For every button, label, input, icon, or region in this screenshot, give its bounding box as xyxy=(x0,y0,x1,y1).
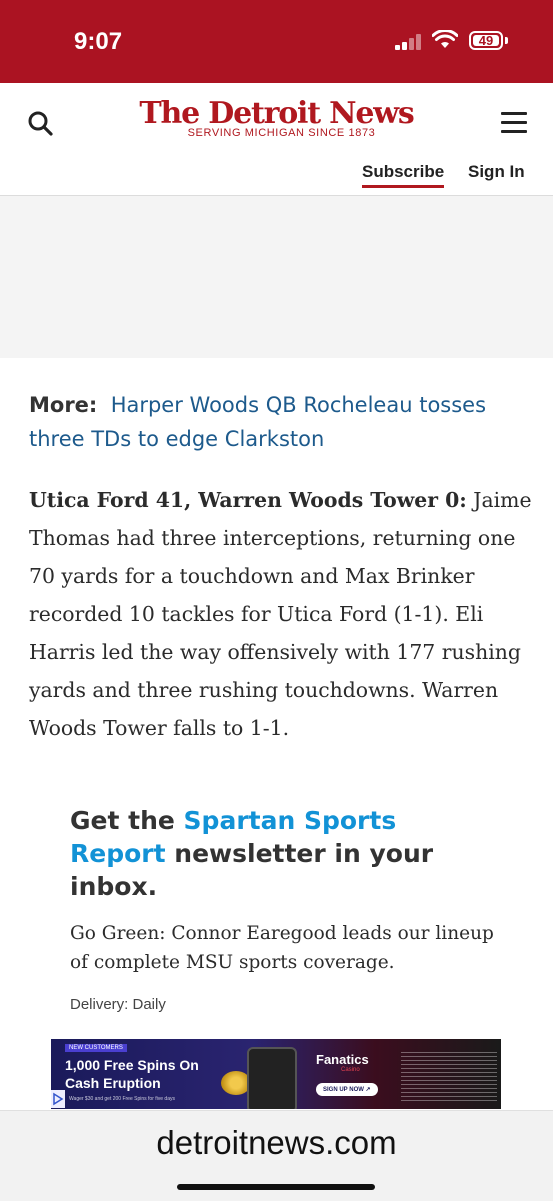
newsletter-delivery: Delivery: Daily xyxy=(70,996,166,1013)
battery-level: 49 xyxy=(473,34,499,47)
article-paragraph: Utica Ford 41, Warren Woods Tower 0: Jai… xyxy=(29,481,534,747)
subscribe-link[interactable]: Subscribe xyxy=(362,162,445,188)
ad-badge: NEW CUSTOMERS xyxy=(65,1044,127,1052)
home-indicator[interactable] xyxy=(177,1184,375,1190)
battery-tip xyxy=(505,37,508,44)
status-time: 9:07 xyxy=(74,28,123,55)
logo-title: The Detroit News xyxy=(139,96,414,131)
wifi-icon xyxy=(432,30,458,48)
battery-icon: 49 xyxy=(469,31,503,50)
ad-fine-print: Wager $30 and get 200 Free Spins for fiv… xyxy=(69,1096,175,1102)
ad-brand-sub: Casino xyxy=(341,1067,360,1073)
casino-ad-banner[interactable]: NEW CUSTOMERS 1,000 Free Spins On Cash E… xyxy=(51,1039,501,1109)
phone-image xyxy=(247,1047,297,1109)
ad-headline-line-2: Cash Eruption xyxy=(65,1075,161,1091)
hamburger-menu-icon[interactable] xyxy=(499,109,529,137)
sign-in-link[interactable]: Sign In xyxy=(468,162,525,182)
url-text[interactable]: detroitnews.com xyxy=(0,1124,553,1162)
logo-tagline: SERVING MICHIGAN SINCE 1873 xyxy=(187,127,376,139)
ad-placeholder xyxy=(0,196,553,358)
related-story: More: Harper Woods QB Rocheleau tosses t… xyxy=(29,388,529,456)
cellular-signal-icon xyxy=(395,34,427,50)
game-summary: Jaime Thomas had three interceptions, re… xyxy=(29,488,532,740)
ad-headline-line-1: 1,000 Free Spins On xyxy=(65,1057,199,1073)
site-header: The Detroit News SERVING MICHIGAN SINCE … xyxy=(0,83,553,196)
ad-brand: Fanatics xyxy=(316,1052,369,1067)
newsletter-heading-prefix: Get the xyxy=(70,806,184,835)
newsletter-promo: Get the Spartan Sports Report newsletter… xyxy=(70,804,500,1013)
status-bar: 9:07 49 xyxy=(0,0,553,83)
browser-address-bar[interactable]: detroitnews.com xyxy=(0,1110,553,1201)
newsletter-heading: Get the Spartan Sports Report newsletter… xyxy=(70,804,500,903)
site-logo[interactable]: The Detroit News SERVING MICHIGAN SINCE … xyxy=(0,96,553,140)
ad-signup-button[interactable]: SIGN UP NOW ↗ xyxy=(316,1083,378,1096)
related-story-link[interactable]: Harper Woods QB Rocheleau tosses three T… xyxy=(29,393,486,451)
ad-terms-text xyxy=(401,1051,497,1101)
adchoices-icon[interactable] xyxy=(51,1090,65,1108)
more-label: More: xyxy=(29,393,98,417)
game-result-heading: Utica Ford 41, Warren Woods Tower 0: xyxy=(29,488,467,512)
newsletter-description: Go Green: Connor Earegood leads our line… xyxy=(70,923,494,973)
